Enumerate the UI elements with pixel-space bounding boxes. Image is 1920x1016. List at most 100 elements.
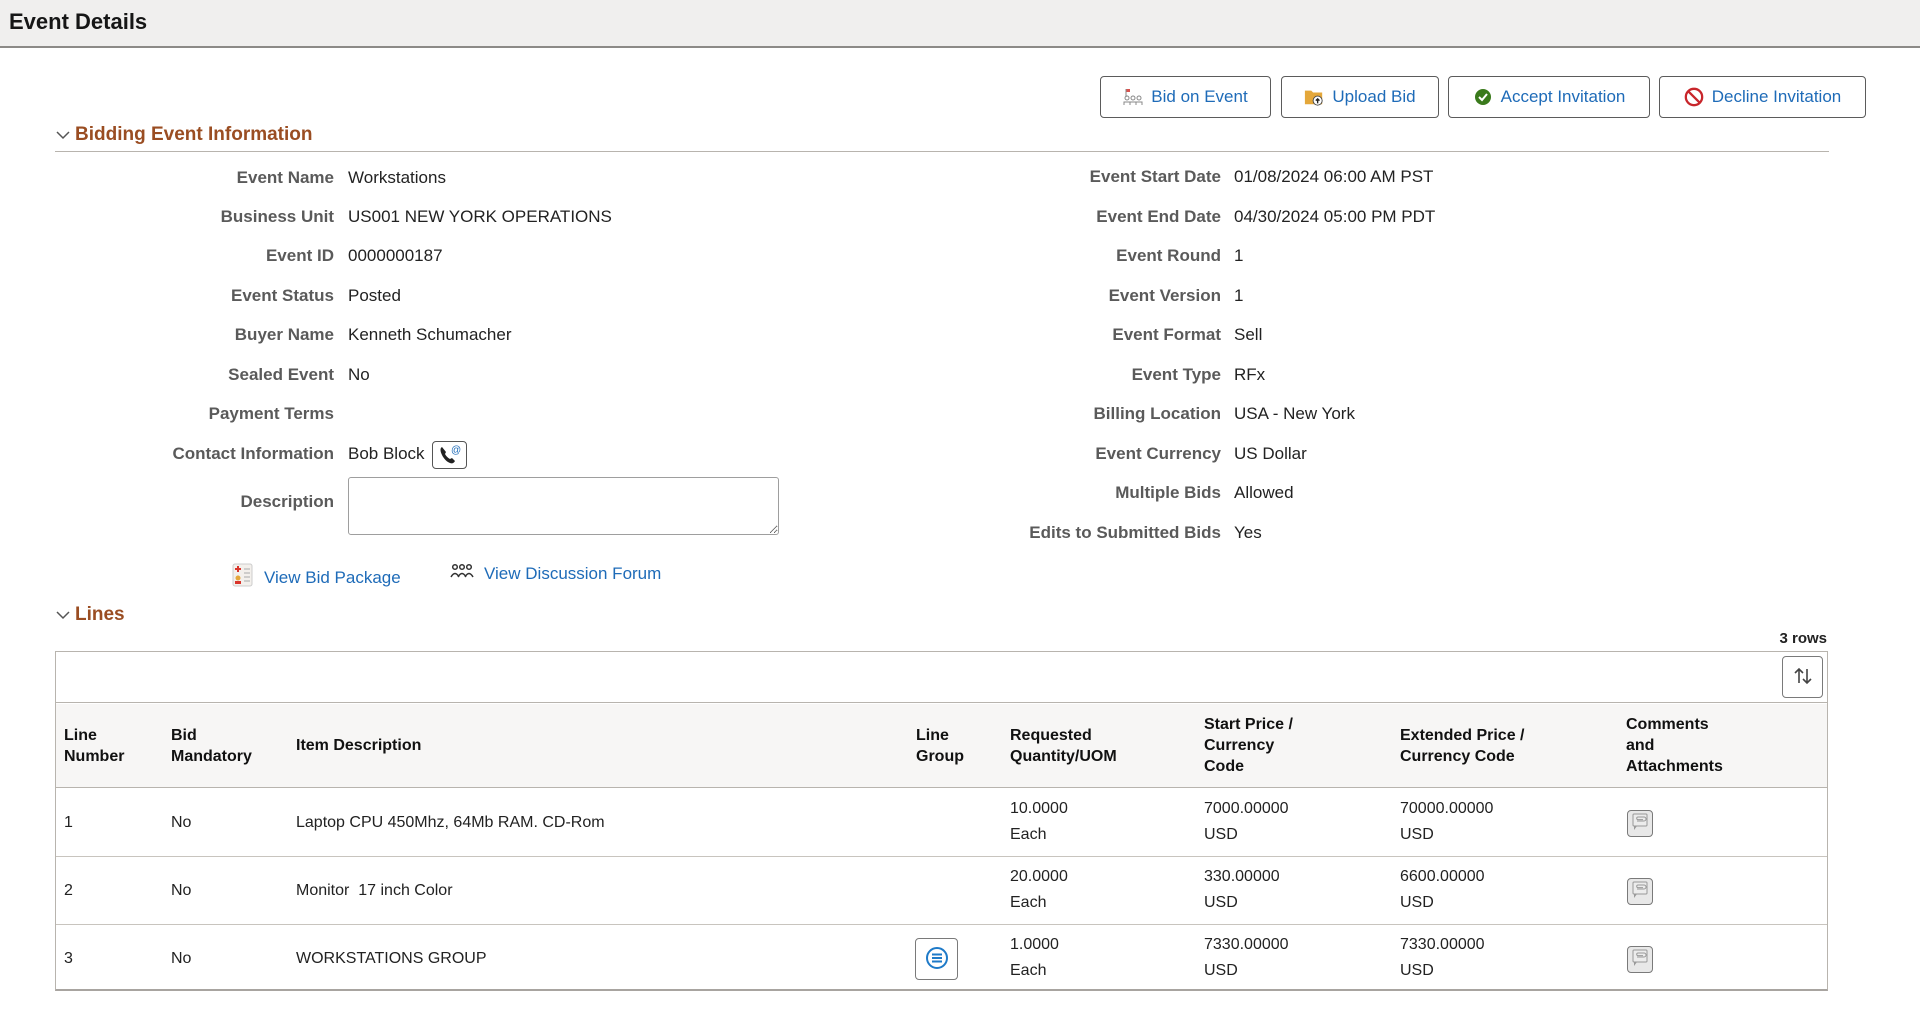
contact-information-label: Contact Information <box>172 444 335 463</box>
section-divider <box>55 151 1829 152</box>
col-line-group[interactable]: Line Group <box>916 704 976 787</box>
col-requested-quantity[interactable]: Requested Quantity/UOM <box>1010 704 1160 787</box>
bid-package-icon <box>232 563 254 592</box>
requested-quantity-cell-value: 20.0000 <box>1010 868 1068 885</box>
col-line-number[interactable]: Line Number <box>64 704 154 787</box>
view-discussion-forum-link[interactable]: View Discussion Forum <box>450 563 661 584</box>
requested-quantity-cell: 10.0000 Each <box>1010 796 1068 848</box>
requested-quantity-cell-unit: Each <box>1010 826 1047 843</box>
payment-terms-label: Payment Terms <box>208 404 334 423</box>
upload-bid-button[interactable]: Upload Bid <box>1281 76 1439 118</box>
requested-quantity-cell: 20.0000 Each <box>1010 864 1068 916</box>
event-type-value: RFx <box>1234 365 1266 384</box>
col-extended-price[interactable]: Extended Price / Currency Code <box>1400 704 1570 787</box>
row-count: 3 rows <box>1779 630 1827 647</box>
requested-quantity-cell-unit: Each <box>1010 894 1047 911</box>
lines-grid: Line Number Bid Mandatory Item Descripti… <box>55 651 1828 991</box>
edits-to-submitted-bids-label: Edits to Submitted Bids <box>1029 523 1221 542</box>
page-header: Event Details <box>0 0 1920 48</box>
extended-price-cell-value: 70000.00000 <box>1400 800 1494 817</box>
edits-to-submitted-bids-value: Yes <box>1234 523 1262 542</box>
bid-mandatory-cell: No <box>171 814 192 831</box>
extended-price-cell-unit: USD <box>1400 962 1434 979</box>
extended-price-cell-unit: USD <box>1400 894 1434 911</box>
bid-on-event-button[interactable]: Bid on Event <box>1100 76 1271 118</box>
start-price-cell: 7000.00000 USD <box>1204 796 1289 848</box>
requested-quantity-cell-unit: Each <box>1010 962 1047 979</box>
svg-text:@: @ <box>451 445 461 456</box>
event-round-value: 1 <box>1234 246 1244 265</box>
event-name-value: Workstations <box>348 168 446 187</box>
description-textarea[interactable] <box>348 477 779 535</box>
start-price-cell-value: 330.00000 <box>1204 868 1280 885</box>
sealed-event-label: Sealed Event <box>228 365 334 384</box>
event-format-label: Event Format <box>1112 325 1221 344</box>
lines-section-toggle[interactable]: Lines <box>55 604 125 626</box>
multiple-bids-label: Multiple Bids <box>1115 483 1221 502</box>
comments-attachments-button[interactable] <box>1627 878 1653 905</box>
upload-bid-label: Upload Bid <box>1332 87 1416 106</box>
event-start-date-value: 01/08/2024 06:00 AM PST <box>1234 167 1434 186</box>
extended-price-cell-unit: USD <box>1400 826 1434 843</box>
item-description-cell: WORKSTATIONS GROUP <box>296 950 487 967</box>
event-name-label: Event Name <box>236 168 334 187</box>
billing-location-value: USA - New York <box>1234 404 1355 423</box>
grid-header-row: Line Number Bid Mandatory Item Descripti… <box>56 704 1827 788</box>
event-type-label: Event Type <box>1131 365 1221 384</box>
chevron-down-icon <box>55 607 71 623</box>
page-title: Event Details <box>9 9 148 34</box>
bid-mandatory-cell: No <box>171 882 192 899</box>
multiple-bids-value: Allowed <box>1234 483 1294 502</box>
extended-price-cell: 70000.00000 USD <box>1400 796 1493 848</box>
line-number-cell: 2 <box>64 882 73 899</box>
start-price-cell: 330.00000 USD <box>1204 864 1280 916</box>
comment-paperclip-icon <box>1631 812 1649 835</box>
start-price-cell-unit: USD <box>1204 962 1238 979</box>
event-currency-value: US Dollar <box>1234 444 1307 463</box>
event-status-label: Event Status <box>231 286 334 305</box>
description-label: Description <box>240 492 334 511</box>
comments-attachments-button[interactable] <box>1627 810 1653 837</box>
line-group-button[interactable] <box>915 938 958 980</box>
event-id-value: 0000000187 <box>348 246 443 265</box>
table-row: 2 No Monitor 17 inch Color 20.0000 Each 330.0… <box>56 857 1827 925</box>
item-description-cell: Laptop CPU 450Mhz, 64Mb RAM. CD-Rom <box>296 814 605 831</box>
table-row: 3 No WORKSTATIONS GROUP 1.0000 Each 7330.0000… <box>56 925 1827 993</box>
bidding-info-section-title: Bidding Event Information <box>75 124 313 145</box>
requested-quantity-cell-value: 10.0000 <box>1010 800 1068 817</box>
event-format-value: Sell <box>1234 325 1263 344</box>
view-bid-package-link[interactable]: View Bid Package <box>232 563 401 592</box>
col-item-description[interactable]: Item Description <box>296 704 596 787</box>
start-price-cell-value: 7330.00000 <box>1204 936 1289 953</box>
chevron-down-icon <box>55 127 71 143</box>
accept-invitation-button[interactable]: Accept Invitation <box>1448 76 1650 118</box>
bid-mandatory-cell: No <box>171 950 192 967</box>
event-round-label: Event Round <box>1116 246 1221 265</box>
event-currency-label: Event Currency <box>1095 444 1221 463</box>
lines-section-title: Lines <box>75 604 125 625</box>
comment-paperclip-icon <box>1631 880 1649 903</box>
bidding-info-section-toggle[interactable]: Bidding Event Information <box>55 124 313 146</box>
start-price-cell-unit: USD <box>1204 826 1238 843</box>
line-number-cell: 3 <box>64 950 73 967</box>
sort-arrows-icon <box>1793 666 1813 689</box>
comments-attachments-button[interactable] <box>1627 946 1653 973</box>
sort-button[interactable] <box>1782 656 1823 698</box>
bid-on-event-label: Bid on Event <box>1151 87 1248 106</box>
business-unit-label: Business Unit <box>220 207 334 226</box>
buyer-name-label: Buyer Name <box>234 325 334 344</box>
col-bid-mandatory[interactable]: Bid Mandatory <box>171 704 281 787</box>
requested-quantity-cell: 1.0000 Each <box>1010 932 1059 984</box>
decline-invitation-button[interactable]: Decline Invitation <box>1659 76 1866 118</box>
bid-icon <box>1123 87 1143 107</box>
col-start-price[interactable]: Start Price / Currency Code <box>1204 704 1344 787</box>
contact-info-button[interactable]: @ <box>432 441 467 469</box>
billing-location-label: Billing Location <box>1093 404 1222 423</box>
start-price-cell-value: 7000.00000 <box>1204 800 1289 817</box>
requested-quantity-cell-value: 1.0000 <box>1010 936 1059 953</box>
col-comments-attachments[interactable]: Comments and Attachments <box>1626 704 1776 787</box>
extended-price-cell-value: 7330.00000 <box>1400 936 1485 953</box>
accept-invitation-label: Accept Invitation <box>1500 87 1626 106</box>
event-end-date-label: Event End Date <box>1096 207 1221 226</box>
phone-email-icon: @ <box>437 443 463 468</box>
